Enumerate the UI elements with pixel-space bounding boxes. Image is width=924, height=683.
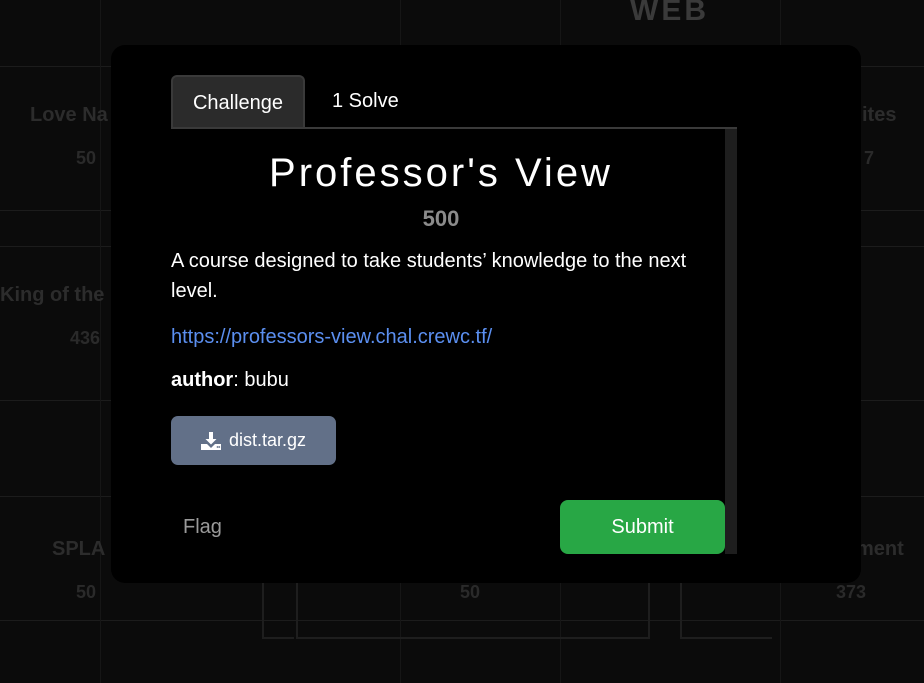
card-points: 50 [76,582,97,602]
card-points: 436 [70,328,101,348]
challenge-content: Professor's View 500 A course designed t… [171,129,711,465]
card-title[interactable]: SPLA [52,538,105,561]
download-icon [200,431,221,450]
card-title[interactable]: ites [862,104,896,127]
tree-connector [262,583,294,639]
author-name: bubu [244,369,289,391]
download-file-button[interactable]: dist.tar.gz [171,416,336,465]
grid-line [100,0,101,683]
card-title[interactable]: Love Na [30,104,108,127]
challenge-modal: Challenge 1 Solve Professor's View 500 A… [111,45,861,583]
challenge-value: 500 [422,206,460,231]
category-title: WEB [630,0,709,27]
card-title[interactable]: King of the [0,284,104,307]
author-separator: : [233,369,245,391]
tab-solves[interactable]: 1 Solve [310,75,421,127]
card-title[interactable]: ment [856,538,904,561]
challenge-author: author: bubu [171,369,711,392]
tab-challenge[interactable]: Challenge [171,75,305,127]
author-label: author [171,369,234,391]
modal-tabs: Challenge 1 Solve [171,75,737,129]
card-points: 50 [76,148,97,168]
card-points: 373 [836,582,867,602]
file-name: dist.tar.gz [228,430,307,450]
challenge-description: A course designed to take students’ know… [171,250,687,302]
challenge-name: Professor's View [269,151,613,195]
submit-button[interactable]: Submit [560,500,725,554]
tree-connector [296,583,650,639]
challenge-link[interactable]: https://professors-view.chal.crewc.tf/ [171,326,711,349]
scrollbar[interactable] [725,129,737,554]
flag-input[interactable] [171,500,551,554]
card-points: 7 [864,148,875,168]
tree-connector [680,583,772,639]
